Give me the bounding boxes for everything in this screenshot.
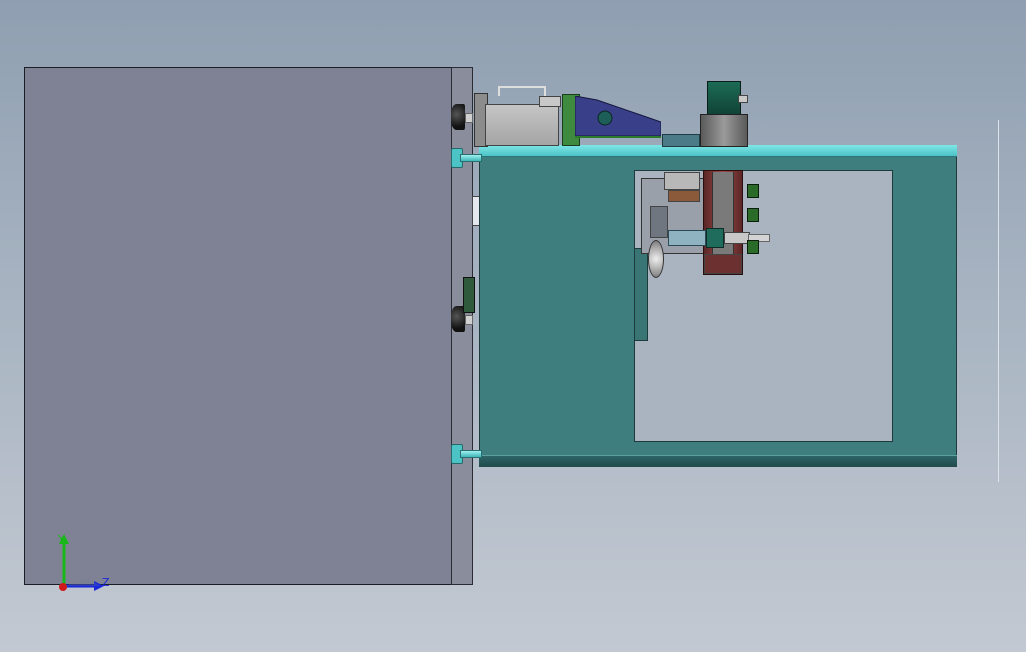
brown-bracket	[668, 190, 700, 202]
graphics-viewport[interactable]: Y Z	[0, 0, 1026, 652]
carriage-top-plate	[664, 172, 700, 190]
frame-bottom-rail[interactable]	[479, 455, 957, 467]
feeder-clamp	[539, 96, 561, 107]
frame-rib	[634, 248, 648, 341]
motor-flange[interactable]	[700, 114, 748, 147]
mount-bracket[interactable]	[463, 277, 475, 313]
guide-rod-lower[interactable]	[460, 450, 482, 458]
motor-connector	[738, 95, 748, 103]
feeder-box[interactable]	[485, 104, 559, 146]
sensor-chip-2	[747, 208, 759, 222]
feeder-handle[interactable]	[498, 86, 546, 96]
z-axis-label: Z	[102, 576, 110, 589]
hopper-chute[interactable]	[575, 96, 661, 138]
indexing-disc[interactable]	[648, 240, 664, 278]
construction-line	[998, 120, 999, 482]
spindle[interactable]	[668, 230, 706, 246]
sensor-chip-3	[747, 240, 759, 254]
support-column	[650, 206, 668, 238]
y-axis-label: Y	[58, 533, 65, 546]
x-axis-dot	[59, 583, 67, 591]
foot-stud-upper	[465, 113, 473, 123]
cabinet-panel[interactable]	[24, 67, 452, 585]
sensor-chip-1	[747, 184, 759, 198]
guide-rod-upper[interactable]	[460, 154, 482, 162]
foot-stud-lower	[465, 315, 473, 325]
leveling-foot-upper[interactable]	[451, 104, 465, 130]
hopper-port-icon	[597, 110, 613, 126]
actuator-base	[704, 254, 742, 274]
chuck[interactable]	[706, 228, 724, 248]
gearbox[interactable]	[662, 134, 700, 147]
